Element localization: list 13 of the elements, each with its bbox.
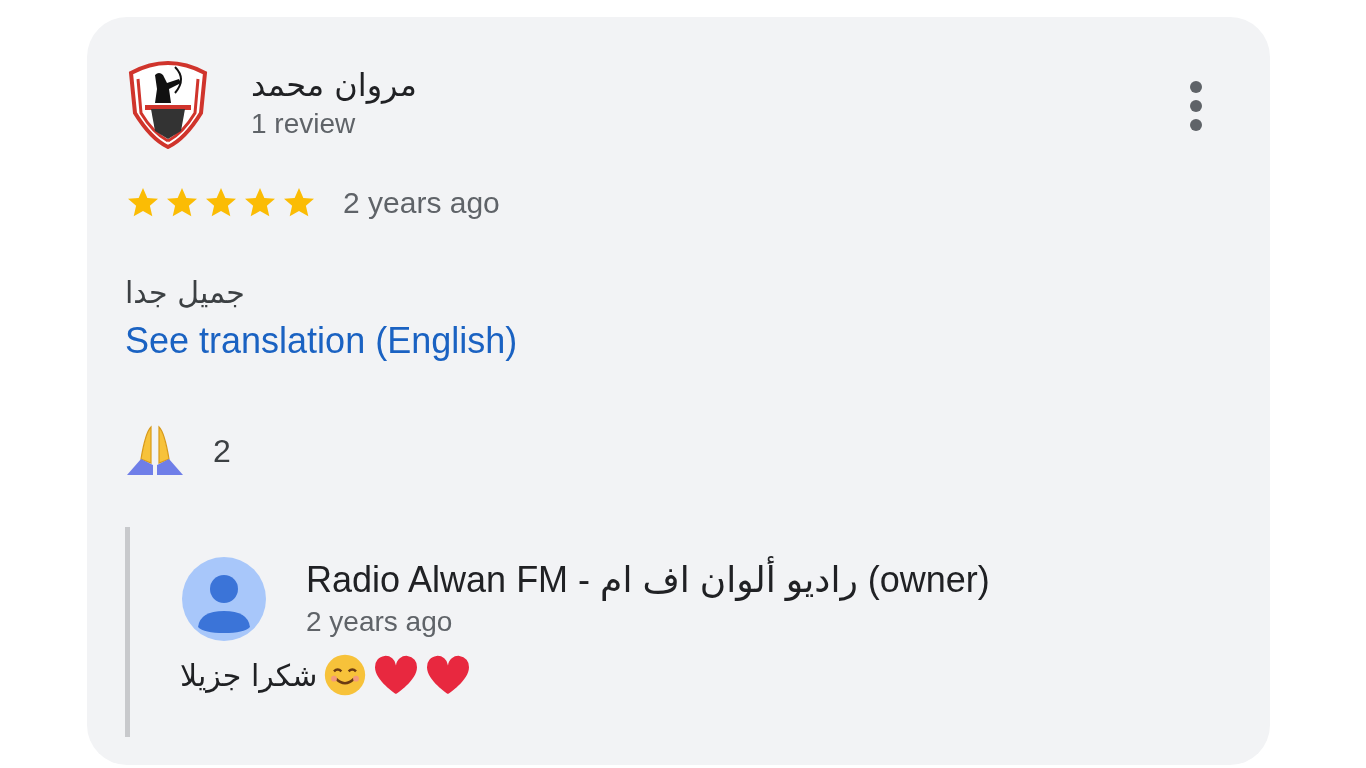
reaction-count: 2	[213, 432, 231, 470]
review-count: 1 review	[251, 107, 357, 141]
review-date: 2 years ago	[343, 186, 500, 220]
translation-link[interactable]: See translation (English)	[125, 319, 518, 363]
avatar-icon	[182, 557, 266, 641]
owner-name: Radio Alwan FM - راديو ألوان اف ام (owner)	[306, 557, 990, 603]
review-text: جميل جدا	[125, 274, 246, 312]
heart-icon	[373, 654, 420, 696]
reply-text: شكرا جزيلا	[180, 657, 318, 693]
heart-icon	[425, 654, 472, 696]
reply-date: 2 years ago	[306, 605, 454, 639]
smiling-face-icon	[323, 653, 368, 697]
reviewer-name[interactable]: مروان محمد	[251, 65, 417, 105]
